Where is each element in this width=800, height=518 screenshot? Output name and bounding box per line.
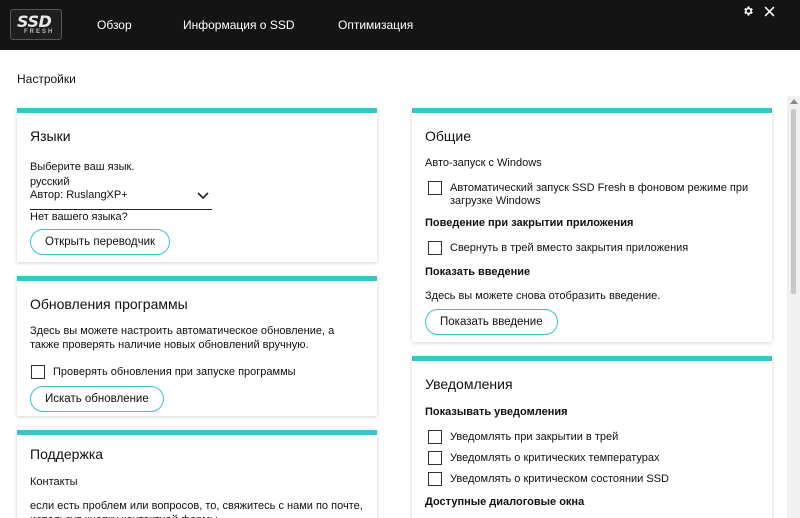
check-updates-label: Проверять обновления при запуске програм… bbox=[53, 366, 296, 378]
check-updates-row[interactable]: Проверять обновления при запуске програм… bbox=[31, 365, 296, 379]
general-title: Общие bbox=[425, 128, 472, 144]
updates-title: Обновления программы bbox=[30, 296, 188, 312]
close-icon[interactable] bbox=[764, 5, 775, 20]
languages-card: Языки Выберите ваш язык. русский Автор: … bbox=[17, 108, 377, 262]
scroll-up-arrow-icon[interactable] bbox=[790, 99, 798, 104]
vertical-scrollbar[interactable] bbox=[787, 96, 800, 518]
close-behavior-heading: Поведение при закрытии приложения bbox=[425, 217, 634, 229]
contacts-text: если есть проблем или вопросов, то, свяж… bbox=[30, 500, 363, 518]
gear-icon[interactable] bbox=[742, 5, 754, 20]
nav-optimization[interactable]: Оптимизация bbox=[338, 18, 413, 32]
show-notifications-heading: Показывать уведомления bbox=[425, 406, 568, 418]
chevron-down-icon bbox=[197, 187, 209, 205]
notify-temp-checkbox[interactable] bbox=[428, 451, 442, 465]
check-updates-button[interactable]: Искать обновление bbox=[30, 386, 164, 412]
intro-text: Здесь вы можете снова отобразить введени… bbox=[425, 290, 661, 302]
support-title: Поддержка bbox=[30, 446, 104, 462]
open-translator-button[interactable]: Открыть переводчик bbox=[30, 229, 171, 255]
show-intro-button[interactable]: Показать введение bbox=[425, 309, 558, 335]
minimize-tray-row[interactable]: Свернуть в трей вместо закрытия приложен… bbox=[428, 241, 689, 255]
general-card: Общие Авто-запуск с Windows Автоматическ… bbox=[412, 108, 772, 342]
check-updates-checkbox[interactable] bbox=[31, 365, 45, 379]
notify-ssd-checkbox[interactable] bbox=[428, 472, 442, 486]
updates-card: Обновления программы Здесь вы можете нас… bbox=[17, 276, 377, 416]
nav-ssd-info[interactable]: Информация о SSD bbox=[183, 18, 295, 32]
language-select[interactable]: русский Автор: RuslangXP+ bbox=[30, 176, 212, 210]
notify-tray-checkbox[interactable] bbox=[428, 430, 442, 444]
languages-title: Языки bbox=[30, 128, 71, 144]
app-logo[interactable]: SSD FRESH bbox=[10, 9, 62, 40]
notifications-title: Уведомления bbox=[425, 376, 513, 392]
dialogs-heading: Доступные диалоговые окна bbox=[425, 496, 585, 508]
notify-ssd-label: Уведомлять о критическом состоянии SSD bbox=[450, 473, 669, 485]
minimize-tray-checkbox[interactable] bbox=[428, 241, 442, 255]
notify-tray-row[interactable]: Уведомлять при закрытии в трей bbox=[428, 430, 619, 444]
language-selected: русский bbox=[30, 176, 70, 188]
logo-sub-text: FRESH bbox=[24, 29, 55, 35]
notify-temp-label: Уведомлять о критических температурах bbox=[450, 452, 660, 464]
autostart-label: Автоматический запуск SSD Fresh в фоново… bbox=[450, 182, 749, 207]
notify-ssd-row[interactable]: Уведомлять о критическом состоянии SSD bbox=[428, 472, 669, 486]
scrollbar-thumb[interactable] bbox=[791, 109, 796, 294]
language-missing-text: Нет вашего языка? bbox=[30, 211, 128, 223]
updates-description: Здесь вы можете настроить автоматическое… bbox=[30, 325, 335, 351]
notify-tray-label: Уведомлять при закрытии в трей bbox=[450, 431, 619, 443]
language-author: Автор: RuslangXP+ bbox=[30, 189, 128, 201]
minimize-tray-label: Свернуть в трей вместо закрытия приложен… bbox=[450, 242, 689, 254]
notifications-card: Уведомления Показывать уведомления Уведо… bbox=[412, 356, 772, 518]
contacts-heading: Контакты bbox=[30, 476, 78, 488]
autostart-row[interactable]: Автоматический запуск SSD Fresh в фоново… bbox=[428, 181, 758, 208]
language-prompt: Выберите ваш язык. bbox=[30, 161, 135, 173]
nav-overview[interactable]: Обзор bbox=[97, 18, 132, 32]
page-title: Настройки bbox=[17, 72, 76, 86]
intro-heading: Показать введение bbox=[425, 266, 531, 278]
notify-temp-row[interactable]: Уведомлять о критических температурах bbox=[428, 451, 660, 465]
support-card: Поддержка Контакты если есть проблем или… bbox=[17, 430, 377, 518]
top-bar: SSD FRESH Обзор Информация о SSD Оптимиз… bbox=[0, 0, 800, 50]
autostart-heading: Авто-запуск с Windows bbox=[425, 157, 542, 169]
autostart-checkbox[interactable] bbox=[428, 181, 442, 195]
